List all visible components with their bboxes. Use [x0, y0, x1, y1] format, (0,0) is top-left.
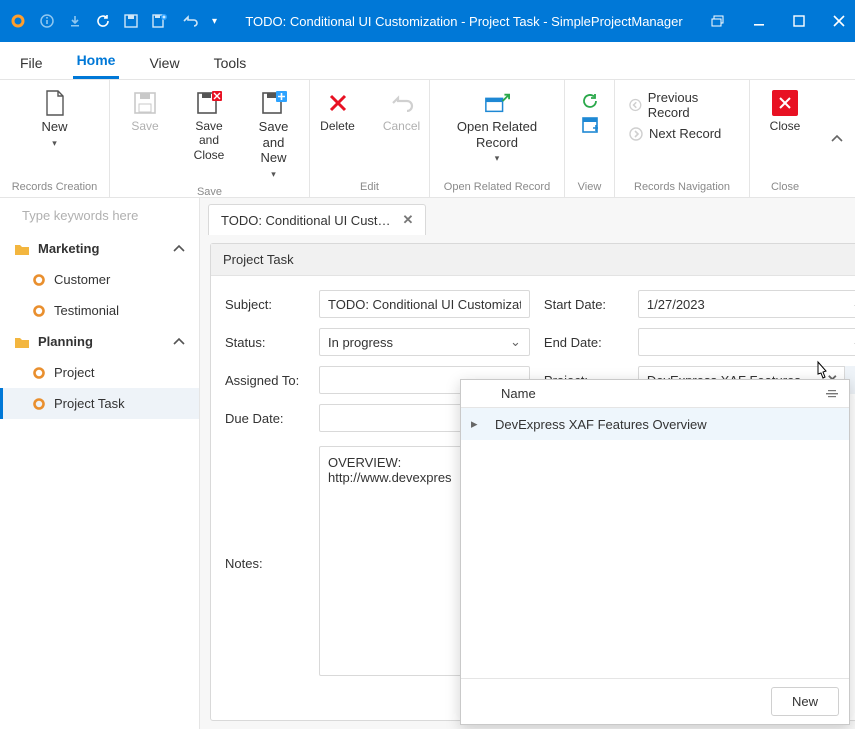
tab-row: TODO: Conditional UI Cust… ✕	[200, 198, 855, 235]
chevron-up-icon	[173, 337, 185, 347]
nav-group-marketing[interactable]: Marketing	[0, 233, 199, 264]
window-controls	[711, 15, 845, 27]
tab-project-task[interactable]: TODO: Conditional UI Cust… ✕	[208, 204, 426, 235]
gear-icon[interactable]	[10, 13, 26, 29]
chevron-down-icon[interactable]: ⌄	[846, 334, 855, 350]
save-close-button[interactable]: Save and Close	[182, 86, 236, 166]
delete-icon	[325, 90, 351, 116]
new-button[interactable]: New▾	[28, 86, 82, 153]
folder-icon	[14, 335, 30, 349]
window-title: TODO: Conditional UI Customization - Pro…	[217, 14, 711, 29]
delete-button[interactable]: Delete	[311, 86, 365, 137]
close-button[interactable]: Close	[758, 86, 812, 137]
column-name[interactable]: Name	[501, 386, 536, 401]
gear-icon	[32, 304, 46, 318]
chevron-up-icon	[173, 244, 185, 254]
sidebar: Marketing Customer Testimonial Planning …	[0, 198, 200, 729]
close-window-icon[interactable]	[833, 15, 845, 27]
row-indicator-icon: ▸	[471, 416, 485, 432]
maximize-icon[interactable]	[793, 15, 805, 27]
nav-item-project-task[interactable]: Project Task	[0, 388, 199, 419]
status-label: Status:	[225, 335, 305, 350]
enddate-input[interactable]: ⌄	[638, 328, 855, 356]
group-caption: Records Navigation	[623, 179, 741, 193]
search-input[interactable]	[22, 208, 198, 223]
tab-label: TODO: Conditional UI Cust…	[221, 213, 391, 228]
cancel-button[interactable]: Cancel	[375, 86, 429, 137]
menu-view[interactable]: View	[145, 47, 183, 79]
collapse-ribbon-icon[interactable]	[831, 134, 843, 144]
menubar: File Home View Tools	[0, 42, 855, 80]
startdate-input[interactable]: ⌄	[638, 290, 855, 318]
save-new-button[interactable]: Save and New▾	[246, 86, 301, 184]
group-caption: Records Creation	[8, 179, 101, 193]
undo-icon	[389, 90, 415, 116]
nav-group-planning[interactable]: Planning	[0, 326, 199, 357]
search-box[interactable]	[0, 198, 199, 233]
group-caption: Close	[758, 179, 812, 193]
save-new-icon[interactable]	[152, 14, 168, 28]
folder-icon	[14, 242, 30, 256]
ribbon: New▾ Records Creation Save Save and Clos…	[0, 80, 855, 198]
gear-icon	[32, 397, 46, 411]
project-lookup-popup: Name ▸ DevExpress XAF Features Overview …	[460, 379, 850, 725]
info-icon[interactable]	[40, 14, 54, 28]
popup-footer: New	[461, 678, 849, 724]
menu-file[interactable]: File	[16, 47, 47, 79]
enddate-label: End Date:	[544, 335, 624, 350]
duedate-label: Due Date:	[225, 411, 305, 426]
notes-label: Notes:	[225, 446, 305, 571]
refresh-icon[interactable]	[96, 14, 110, 28]
group-caption: Open Related Record	[438, 179, 556, 193]
undo-icon[interactable]	[182, 15, 198, 27]
popup-row[interactable]: ▸ DevExpress XAF Features Overview	[461, 408, 849, 440]
open-related-button[interactable]: Open Related Record▾	[451, 86, 543, 169]
gear-icon	[32, 273, 46, 287]
menu-home[interactable]: Home	[73, 44, 120, 79]
quick-access-toolbar: ▾	[10, 13, 217, 29]
chevron-down-icon[interactable]: ⌄	[846, 296, 855, 312]
group-caption: View	[573, 179, 606, 193]
save-icon[interactable]	[124, 14, 138, 28]
subject-label: Subject:	[225, 297, 305, 312]
open-related-icon	[484, 90, 510, 116]
save-icon	[132, 90, 158, 116]
nav-item-testimonial[interactable]: Testimonial	[0, 295, 199, 326]
save-button[interactable]: Save	[118, 86, 172, 137]
nav-item-project[interactable]: Project	[0, 357, 199, 388]
close-tab-icon[interactable]: ✕	[403, 212, 414, 228]
popup-new-button[interactable]: New	[771, 687, 839, 716]
status-input[interactable]: ⌄	[319, 328, 530, 356]
layout-view-icon[interactable]	[579, 114, 601, 136]
group-caption: Save	[118, 184, 301, 198]
close-icon	[772, 90, 798, 116]
new-file-icon	[42, 90, 68, 116]
nav-item-customer[interactable]: Customer	[0, 264, 199, 295]
menu-tools[interactable]: Tools	[210, 47, 251, 79]
save-new-icon	[261, 90, 287, 116]
refresh-view-icon[interactable]	[579, 90, 601, 112]
restore-down-icon[interactable]	[711, 15, 725, 27]
startdate-label: Start Date:	[544, 297, 624, 312]
group-caption: Edit	[318, 179, 421, 193]
next-record-button[interactable]: Next Record	[629, 126, 735, 141]
previous-record-button[interactable]: Previous Record	[629, 90, 735, 120]
download-icon[interactable]	[68, 14, 82, 28]
column-config-icon[interactable]	[825, 389, 839, 399]
subject-input[interactable]	[319, 290, 530, 318]
minimize-icon[interactable]	[753, 15, 765, 27]
gear-icon	[32, 366, 46, 380]
titlebar: ▾ TODO: Conditional UI Customization - P…	[0, 0, 855, 42]
assigned-label: Assigned To:	[225, 373, 305, 388]
chevron-down-icon[interactable]: ⌄	[504, 334, 521, 350]
card-header: Project Task	[211, 244, 855, 276]
popup-header: Name	[461, 380, 849, 408]
save-close-icon	[196, 90, 222, 116]
